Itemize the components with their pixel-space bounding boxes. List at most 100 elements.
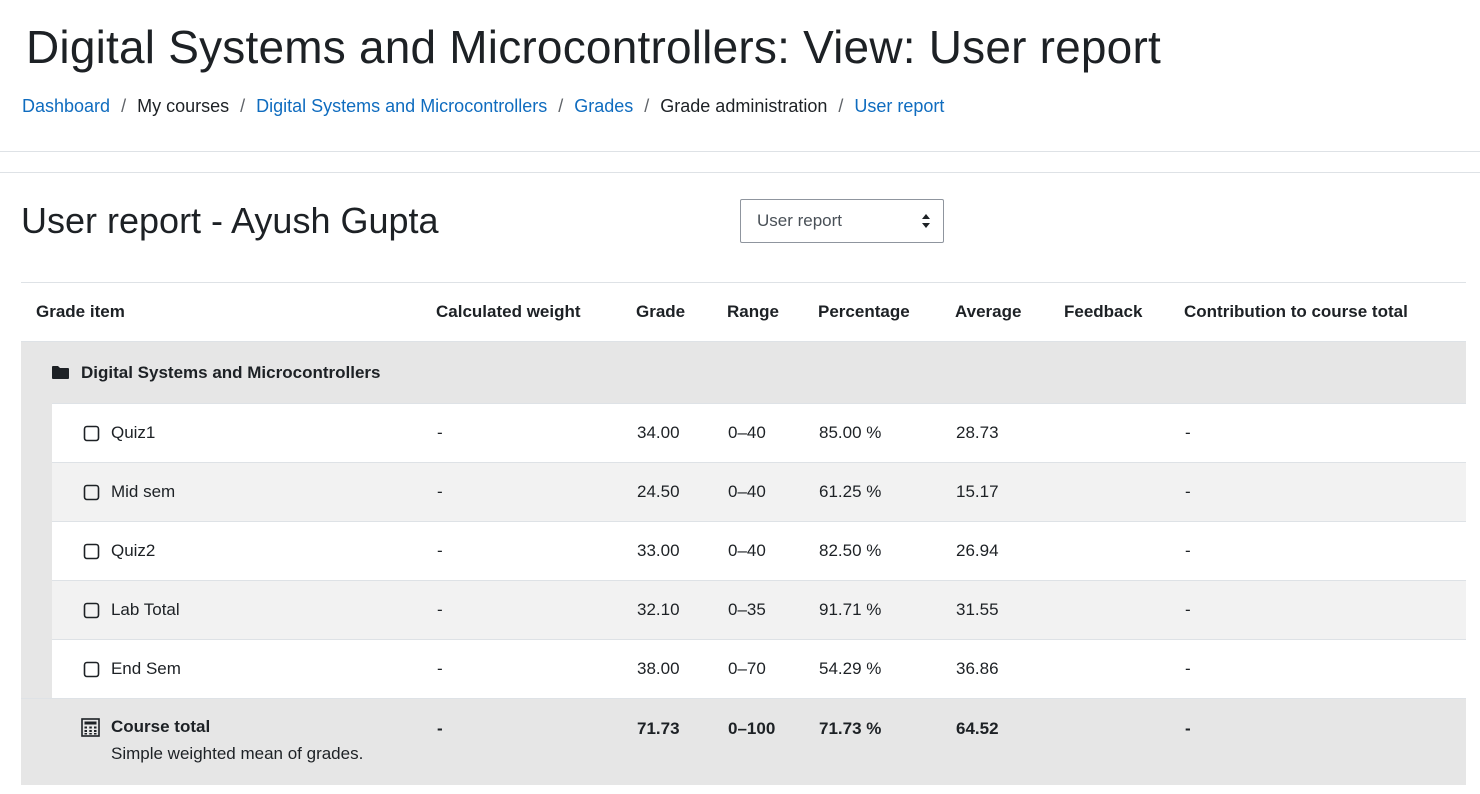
breadcrumb-my-courses: My courses (137, 96, 230, 116)
category-name: Digital Systems and Microcontrollers (81, 362, 381, 382)
grade-item-cell: Quiz2 (51, 521, 436, 581)
cell-feedback (1064, 521, 1184, 581)
course-total-row: Course total Simple weighted mean of gra… (21, 698, 1466, 785)
category-row: Digital Systems and Microcontrollers (21, 341, 1466, 404)
cell-percentage: 61.25 % (818, 462, 955, 522)
cell-weight: - (436, 580, 636, 640)
cell-average: 28.73 (955, 403, 1064, 463)
cell-feedback (1064, 403, 1184, 463)
header-contribution: Contribution to course total (1184, 282, 1466, 342)
breadcrumb-dashboard[interactable]: Dashboard (22, 96, 110, 117)
table-row: Quiz2 - 33.00 0–40 82.50 % 26.94 - (21, 521, 1466, 581)
table-row: Quiz1 - 34.00 0–40 85.00 % 28.73 - (21, 403, 1466, 463)
total-percentage: 71.73 % (818, 698, 955, 785)
course-total-subtitle: Simple weighted mean of grades. (111, 744, 364, 763)
cell-feedback (1064, 639, 1184, 699)
cell-range: 0–40 (727, 462, 818, 522)
header-grade: Grade (636, 282, 727, 342)
report-type-select[interactable]: User report (740, 199, 944, 243)
cell-average: 36.86 (955, 639, 1064, 699)
header-feedback: Feedback (1064, 282, 1184, 342)
table-row: Mid sem - 24.50 0–40 61.25 % 15.17 - (21, 462, 1466, 522)
cell-grade: 32.10 (636, 580, 727, 640)
cell-weight: - (436, 403, 636, 463)
table-header-row: Grade item Calculated weight Grade Range… (21, 282, 1466, 342)
cell-percentage: 85.00 % (818, 403, 955, 463)
header-calculated-weight: Calculated weight (436, 282, 636, 342)
cell-range: 0–40 (727, 403, 818, 463)
breadcrumb-separator: / (644, 96, 650, 116)
cell-contribution: - (1184, 403, 1466, 463)
cell-grade: 34.00 (636, 403, 727, 463)
grade-item-cell: End Sem (51, 639, 436, 699)
grade-table: Grade item Calculated weight Grade Range… (21, 282, 1466, 785)
total-average: 64.52 (955, 698, 1064, 785)
cell-contribution: - (1184, 639, 1466, 699)
breadcrumb-separator: / (838, 96, 844, 116)
header-grade-item: Grade item (21, 282, 436, 342)
square-outline-icon (83, 484, 100, 500)
calculator-icon (81, 718, 100, 737)
cell-weight: - (436, 462, 636, 522)
cell-percentage: 91.71 % (818, 580, 955, 640)
cell-grade: 24.50 (636, 462, 727, 522)
content-divider (0, 172, 1480, 173)
cell-range: 0–70 (727, 639, 818, 699)
row-gutter (21, 580, 52, 640)
cell-contribution: - (1184, 521, 1466, 581)
page-title: Digital Systems and Microcontrollers: Vi… (26, 21, 1161, 73)
cell-weight: - (436, 521, 636, 581)
sort-arrows-icon (922, 214, 930, 228)
cell-contribution: - (1184, 580, 1466, 640)
course-total-label: Course total (111, 717, 211, 736)
grade-item-link[interactable]: Quiz1 (111, 423, 155, 443)
total-contribution: - (1184, 698, 1466, 785)
cell-average: 15.17 (955, 462, 1064, 522)
cell-weight: - (436, 639, 636, 699)
cell-average: 31.55 (955, 580, 1064, 640)
breadcrumb-course[interactable]: Digital Systems and Microcontrollers (256, 96, 547, 117)
course-total-cell: Course total Simple weighted mean of gra… (21, 698, 436, 785)
total-grade: 71.73 (636, 698, 727, 785)
row-gutter (21, 462, 52, 522)
row-gutter (21, 639, 52, 699)
header-range: Range (727, 282, 818, 342)
cell-range: 0–35 (727, 580, 818, 640)
breadcrumb: Dashboard / My courses / Digital Systems… (22, 96, 944, 117)
folder-icon (52, 366, 69, 379)
cell-grade: 38.00 (636, 639, 727, 699)
header-divider (0, 151, 1480, 152)
cell-feedback (1064, 580, 1184, 640)
cell-percentage: 54.29 % (818, 639, 955, 699)
cell-contribution: - (1184, 462, 1466, 522)
breadcrumb-grade-administration: Grade administration (660, 96, 828, 116)
grade-item-cell: Quiz1 (51, 403, 436, 463)
grade-item-link[interactable]: Quiz2 (111, 541, 155, 561)
grade-item-cell: Mid sem (51, 462, 436, 522)
cell-feedback (1064, 462, 1184, 522)
grade-item-link[interactable]: Lab Total (111, 600, 180, 620)
square-outline-icon (83, 661, 100, 677)
cell-grade: 33.00 (636, 521, 727, 581)
row-gutter (21, 403, 52, 463)
cell-average: 26.94 (955, 521, 1064, 581)
breadcrumb-separator: / (121, 96, 127, 116)
grade-item-link[interactable]: Mid sem (111, 482, 175, 502)
square-outline-icon (83, 602, 100, 618)
breadcrumb-separator: / (240, 96, 246, 116)
header-average: Average (955, 282, 1064, 342)
breadcrumb-separator: / (558, 96, 564, 116)
total-range: 0–100 (727, 698, 818, 785)
grade-item-cell: Lab Total (51, 580, 436, 640)
total-weight: - (436, 698, 636, 785)
cell-percentage: 82.50 % (818, 521, 955, 581)
square-outline-icon (83, 543, 100, 559)
total-feedback (1064, 698, 1184, 785)
breadcrumb-grades[interactable]: Grades (574, 96, 633, 117)
report-heading: User report - Ayush Gupta (21, 200, 439, 241)
breadcrumb-user-report[interactable]: User report (854, 96, 944, 117)
header-percentage: Percentage (818, 282, 955, 342)
grade-item-link[interactable]: End Sem (111, 659, 181, 679)
table-row: Lab Total - 32.10 0–35 91.71 % 31.55 - (21, 580, 1466, 640)
report-type-selected: User report (757, 211, 843, 230)
